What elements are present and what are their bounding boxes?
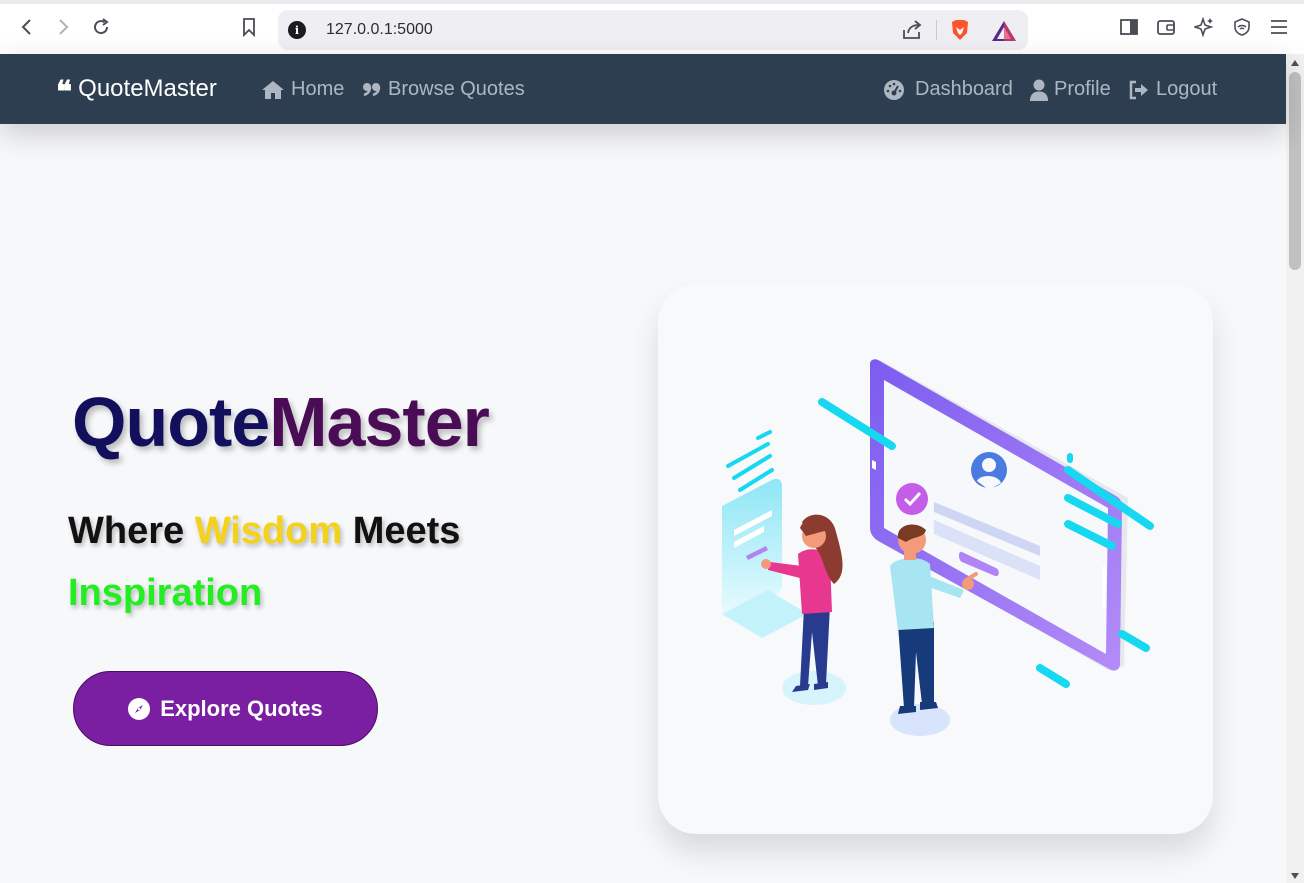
hero-tagline: Where Wisdom Meets Inspiration <box>68 500 588 624</box>
forward-button[interactable] <box>48 12 78 42</box>
nav-logout-label: Logout <box>1156 78 1218 100</box>
explore-quotes-label: Explore Quotes <box>160 695 323 721</box>
url-text[interactable]: 127.0.0.1:5000 <box>326 21 433 39</box>
nav-home[interactable]: Home <box>261 78 344 101</box>
page-scrollbar[interactable] <box>1286 54 1304 883</box>
nav-home-label: Home <box>291 78 345 100</box>
hero-title: QuoteMaster <box>72 382 490 462</box>
nav-profile-label: Profile <box>1054 78 1111 100</box>
nav-logout[interactable]: Logout <box>1128 78 1217 101</box>
browser-toolbar: i 127.0.0.1:5000 <box>0 0 1304 54</box>
vpn-icon <box>1234 18 1250 36</box>
quote-right-icon <box>363 82 381 96</box>
tagline-part2: Meets <box>342 510 461 552</box>
illustration-card <box>658 284 1213 834</box>
explore-quotes-button[interactable]: Explore Quotes <box>73 671 378 746</box>
tagline-part1: Where <box>68 510 195 552</box>
sidebar-button[interactable] <box>1114 12 1144 42</box>
collaboration-illustration <box>722 359 1154 736</box>
forward-icon <box>59 19 69 35</box>
hero-title-part1: Quote <box>72 383 270 461</box>
divider <box>936 20 937 40</box>
vpn-button[interactable] <box>1227 12 1257 42</box>
sidebar-icon <box>1120 19 1138 35</box>
brand-name: QuoteMaster <box>78 75 217 102</box>
scroll-up-arrow[interactable] <box>1291 60 1299 66</box>
compass-icon <box>128 697 151 720</box>
scrollbar-thumb[interactable] <box>1289 72 1301 270</box>
brand-link[interactable]: ❝ QuoteMaster <box>56 75 217 110</box>
floating-panel <box>722 478 808 638</box>
reload-button[interactable] <box>86 12 116 42</box>
reload-icon <box>94 18 109 35</box>
quote-left-icon: ❝ <box>56 75 73 110</box>
brave-shields-icon[interactable] <box>948 18 972 42</box>
menu-icon <box>1271 20 1287 34</box>
nav-browse-quotes-label: Browse Quotes <box>388 78 525 100</box>
back-button[interactable] <box>12 12 42 42</box>
share-icon[interactable] <box>900 18 924 42</box>
bookmark-icon <box>243 18 255 37</box>
menu-button[interactable] <box>1264 12 1294 42</box>
nav-profile[interactable]: Profile <box>1030 78 1111 101</box>
nav-dashboard-label: Dashboard <box>915 78 1013 100</box>
leo-ai-button[interactable] <box>1189 12 1219 42</box>
logout-icon <box>1129 80 1148 99</box>
user-icon <box>1030 79 1048 101</box>
tagline-highlight: Wisdom <box>194 510 343 552</box>
hero-title-part2: Master <box>269 383 490 461</box>
address-bar[interactable]: i 127.0.0.1:5000 <box>278 10 1028 50</box>
tagline-line2: Inspiration <box>68 572 263 614</box>
decor-lines <box>726 430 774 492</box>
nav-dashboard[interactable]: Dashboard <box>883 78 1013 101</box>
leo-ai-icon <box>1194 17 1214 37</box>
site-info-icon[interactable]: i <box>288 21 306 39</box>
brave-rewards-icon[interactable] <box>991 19 1017 43</box>
bookmark-button[interactable] <box>234 12 264 42</box>
back-icon <box>21 19 31 35</box>
site-navbar: ❝ QuoteMaster Home Browse Quotes Dashboa… <box>0 54 1286 124</box>
scroll-down-arrow[interactable] <box>1291 873 1299 879</box>
wallet-icon <box>1157 20 1175 35</box>
wallet-button[interactable] <box>1151 12 1181 42</box>
home-icon <box>262 80 284 99</box>
nav-browse-quotes[interactable]: Browse Quotes <box>362 78 525 101</box>
dashboard-icon <box>884 79 904 100</box>
